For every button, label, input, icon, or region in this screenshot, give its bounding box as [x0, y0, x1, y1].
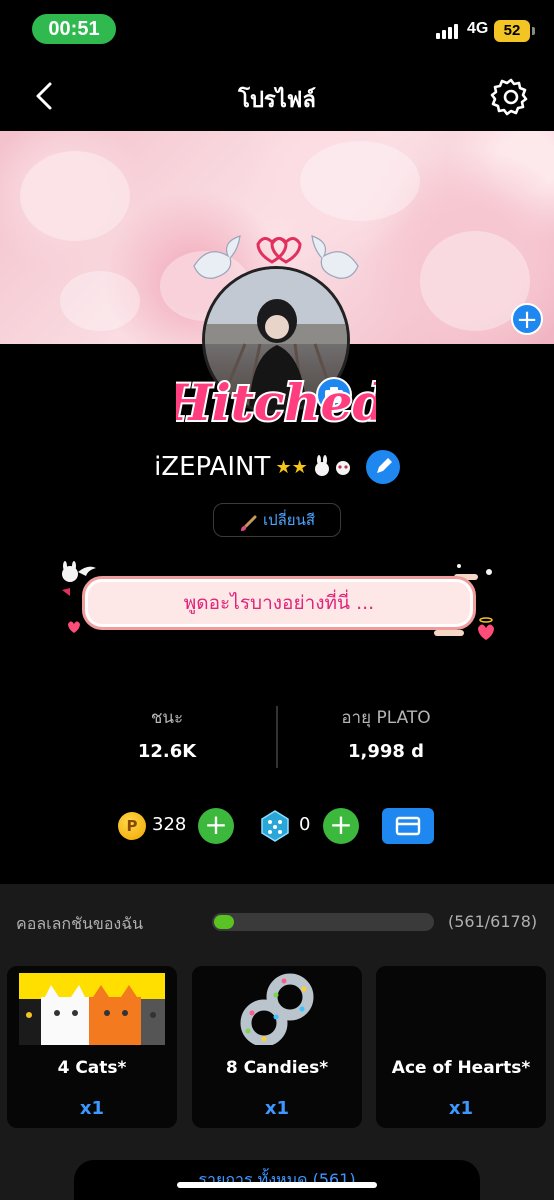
- home-indicator: [177, 1182, 377, 1188]
- stats-row: ชนะ 12.6K อายุ PLATO 1,998 d: [0, 704, 554, 774]
- pencil-icon: [376, 458, 392, 473]
- collection-card[interactable]: Ace of Hearts* x1: [376, 966, 546, 1128]
- bio-bubble-frame[interactable]: พูดอะไรบางอย่างที่นี่ ...: [54, 560, 498, 646]
- wins-value: 12.6K: [137, 741, 197, 762]
- collection-item-qty: x1: [264, 1098, 290, 1119]
- add-banner-button[interactable]: +: [511, 303, 543, 335]
- username: iZEPAINT: [154, 452, 271, 482]
- coin-icon: P: [118, 812, 146, 840]
- wallet-button[interactable]: [382, 808, 434, 844]
- collection-item-name: Ace of Hearts*: [391, 1058, 531, 1078]
- change-color-button[interactable]: เปลี่ยนสี: [213, 503, 341, 537]
- collection-title: คอลเลกชันของฉัน: [16, 914, 144, 933]
- network-type: 4G: [467, 20, 489, 37]
- hitched-badge-text: Hitched: [176, 373, 376, 432]
- collection-progress-fill: [214, 915, 234, 929]
- gem-balance: 0: [299, 814, 311, 835]
- add-gems-button[interactable]: +: [323, 808, 359, 844]
- collection-panel: คอลเลกชันของฉัน (561/6178) 4 Cats* x1 8 …: [0, 884, 554, 1200]
- change-color-label: เปลี่ยนสี: [262, 511, 316, 529]
- status-bar: 00:51 4G 52: [0, 0, 554, 56]
- bunny-skull-decoration-icon: [314, 455, 350, 476]
- username-row: iZEPAINT ★★: [0, 450, 554, 490]
- nav-bar: โปรไฟล์: [0, 60, 554, 132]
- add-coins-button[interactable]: +: [198, 808, 234, 844]
- battery-icon: 52: [494, 20, 535, 42]
- collection-item-qty: x1: [79, 1098, 105, 1119]
- collection-card[interactable]: 4 Cats* x1: [7, 966, 177, 1128]
- age-label: อายุ PLATO: [341, 708, 431, 728]
- wins-stat: ชนะ 12.6K: [57, 704, 277, 762]
- all-items-button[interactable]: รายการ ทั้งหมด (561): [74, 1160, 480, 1200]
- currency-row: P 328 + 0 +: [0, 806, 554, 846]
- hitched-badge: Hitched: [176, 371, 376, 434]
- page-title: โปรไฟล์: [238, 88, 316, 113]
- star-icons: ★★: [275, 456, 308, 478]
- collection-card[interactable]: 8 Candies* x1: [192, 966, 362, 1128]
- age-value: 1,998 d: [347, 741, 425, 762]
- collection-count: (561/6178): [448, 912, 538, 931]
- edit-username-button[interactable]: [365, 450, 400, 484]
- paintbrush-icon: [239, 512, 257, 531]
- wallet-icon: [395, 816, 421, 836]
- gear-icon[interactable]: [490, 76, 532, 118]
- collection-item-name: 4 Cats*: [57, 1058, 127, 1078]
- gem-icon: [261, 810, 289, 842]
- collection-progress-bar: [212, 913, 434, 931]
- coin-balance: 328: [152, 814, 187, 835]
- collection-item-qty: x1: [448, 1098, 474, 1119]
- wins-label: ชนะ: [150, 708, 184, 728]
- age-stat: อายุ PLATO 1,998 d: [276, 704, 496, 762]
- four-cats-image: [19, 973, 165, 1045]
- bio-placeholder: พูดอะไรบางอย่างที่นี่ ...: [82, 576, 476, 630]
- collection-item-name: 8 Candies*: [225, 1058, 329, 1078]
- signal-icon: [436, 23, 462, 39]
- status-time: 00:51: [32, 14, 116, 44]
- eight-candies-image: [240, 973, 314, 1045]
